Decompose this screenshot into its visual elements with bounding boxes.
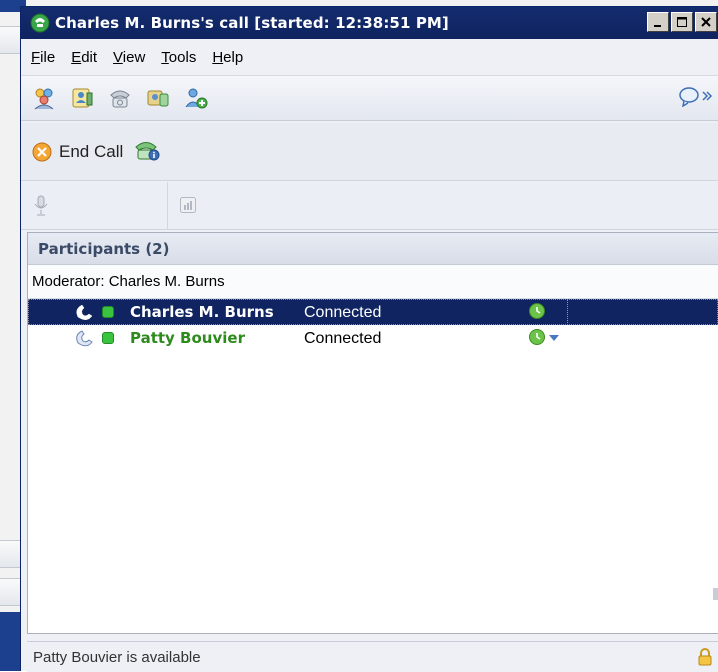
window-title: Charles M. Burns's call [started: 12:38:… (55, 14, 449, 32)
phone-handset-icon (76, 330, 93, 347)
contact-card-icon (72, 88, 93, 108)
volume-meter-icon[interactable] (179, 196, 197, 214)
media-controls-bar (21, 182, 718, 230)
toolbar (21, 75, 718, 121)
call-action-bar: End Call (21, 123, 718, 181)
end-call-icon (32, 142, 52, 161)
lock-icon (698, 648, 712, 666)
end-call-button[interactable]: End Call (31, 141, 123, 163)
participant-row[interactable]: Patty Bouvier Connected (28, 325, 718, 351)
chat-bubble-icon[interactable] (678, 85, 700, 107)
column-separator (567, 299, 568, 325)
participant-name: Patty Bouvier (130, 329, 245, 347)
menu-bar: File Edit View Tools Help (21, 39, 718, 75)
clock-status-icon (529, 329, 545, 345)
panel-edge-handle[interactable] (713, 588, 718, 600)
active-phone-icon (76, 304, 93, 320)
microphone-icon[interactable] (33, 194, 49, 218)
contact-card-button[interactable] (69, 85, 95, 111)
menu-tools[interactable]: Tools (161, 49, 196, 66)
window-controls (647, 12, 717, 32)
menu-edit[interactable]: Edit (71, 49, 97, 66)
add-participant-icon (185, 88, 208, 109)
status-bar: Patty Bouvier is available (27, 641, 718, 672)
phone-button[interactable] (107, 85, 133, 111)
conference-icon (147, 90, 169, 107)
close-button[interactable] (695, 12, 717, 32)
participants-panel: Participants (2) Moderator: Charles M. B… (27, 232, 718, 634)
minimize-button[interactable] (647, 12, 669, 32)
contacts-button[interactable] (31, 85, 57, 111)
conference-button[interactable] (145, 85, 171, 111)
phone-info-icon (135, 141, 160, 160)
chevron-down-icon[interactable] (548, 334, 560, 342)
participants-header: Participants (2) (28, 233, 718, 265)
menu-file[interactable]: File (31, 49, 55, 66)
moderator-label: Moderator: Charles M. Burns (28, 265, 718, 299)
toolbar-right-group (678, 85, 713, 107)
maximize-button[interactable] (671, 12, 693, 32)
clock-status-icon (529, 303, 545, 319)
phone-icon (110, 90, 130, 108)
menu-help[interactable]: Help (212, 49, 243, 66)
close-icon (701, 17, 711, 27)
call-info-button[interactable] (133, 137, 161, 167)
minimize-icon (654, 25, 661, 27)
add-participant-button[interactable] (183, 85, 209, 111)
presence-status-icon (102, 306, 114, 318)
participant-row[interactable]: Charles M. Burns Connected (28, 299, 718, 325)
call-window: Charles M. Burns's call [started: 12:38:… (20, 6, 718, 672)
contacts-icon (34, 88, 54, 110)
status-text: Patty Bouvier is available (33, 648, 201, 666)
menu-view[interactable]: View (113, 49, 145, 66)
title-bar[interactable]: Charles M. Burns's call [started: 12:38:… (21, 7, 718, 39)
participant-state: Connected (304, 304, 382, 321)
chevron-right-double-icon[interactable] (701, 90, 713, 102)
participant-state: Connected (304, 330, 382, 347)
call-app-icon (30, 13, 50, 33)
media-separator (167, 182, 168, 230)
presence-status-icon (102, 332, 114, 344)
maximize-icon (677, 17, 687, 27)
participant-name: Charles M. Burns (130, 303, 274, 321)
end-call-label: End Call (59, 141, 124, 161)
